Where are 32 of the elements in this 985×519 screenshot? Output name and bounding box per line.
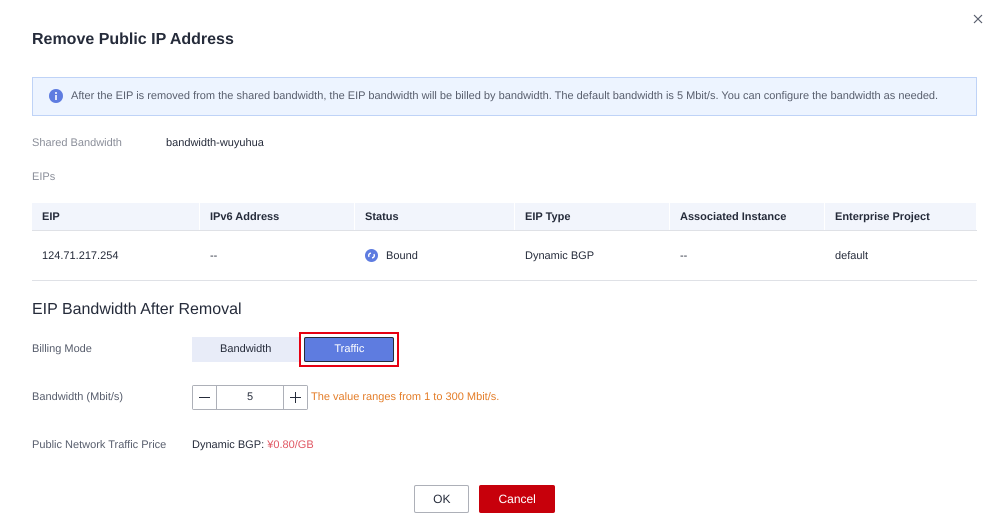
field-value: bandwidth-wuyuhua [166, 137, 264, 149]
column-header: EIP Type [515, 203, 670, 230]
billing-mode-option[interactable]: Traffic [304, 336, 394, 362]
bandwidth-stepper[interactable]: 5 [192, 384, 308, 410]
column-header: Associated Instance [670, 203, 825, 230]
section-label: EIPs [32, 171, 56, 185]
column-header: EIP [32, 203, 200, 230]
ok-button[interactable]: OK [414, 485, 470, 513]
section-title: EIP Bandwidth After Removal [32, 301, 243, 320]
table-cell: 124.71.217.254 [42, 250, 118, 262]
column-header: Enterprise Project [825, 203, 977, 230]
dialog-title: Remove Public IP Address [32, 30, 235, 50]
column-header: IPv6 Address [200, 203, 355, 230]
plus-icon [290, 392, 301, 402]
info-icon [49, 89, 63, 103]
billing-mode-option[interactable]: Bandwidth [192, 336, 300, 362]
table-cell: Bound [386, 250, 418, 262]
table-cell: Dynamic BGP [525, 250, 594, 262]
field-label: Bandwidth (Mbit/s) [32, 391, 124, 403]
notice-text: After the EIP is removed from the shared bandwidth, the EIP bandwidth will be billed by bandwidth. The default bandwidth is 5 Mbit/s. You can configure the bandwidth as needed. [71, 89, 938, 104]
column-header: Status [355, 203, 515, 230]
link-status-icon [365, 249, 378, 262]
traffic-price: Dynamic BGP: ¥0.80/GB [192, 439, 314, 451]
close-icon[interactable] [973, 14, 983, 24]
field-label: Public Network Traffic Price [32, 439, 168, 451]
cancel-button[interactable]: Cancel [479, 485, 555, 513]
table-cell: default [835, 250, 868, 262]
field-label: Shared Bandwidth [32, 137, 123, 149]
range-hint: The value ranges from 1 to 300 Mbit/s. [311, 391, 500, 403]
table-cell: -- [210, 250, 218, 262]
field-label: Billing Mode [32, 343, 93, 355]
table-cell: -- [680, 250, 688, 262]
